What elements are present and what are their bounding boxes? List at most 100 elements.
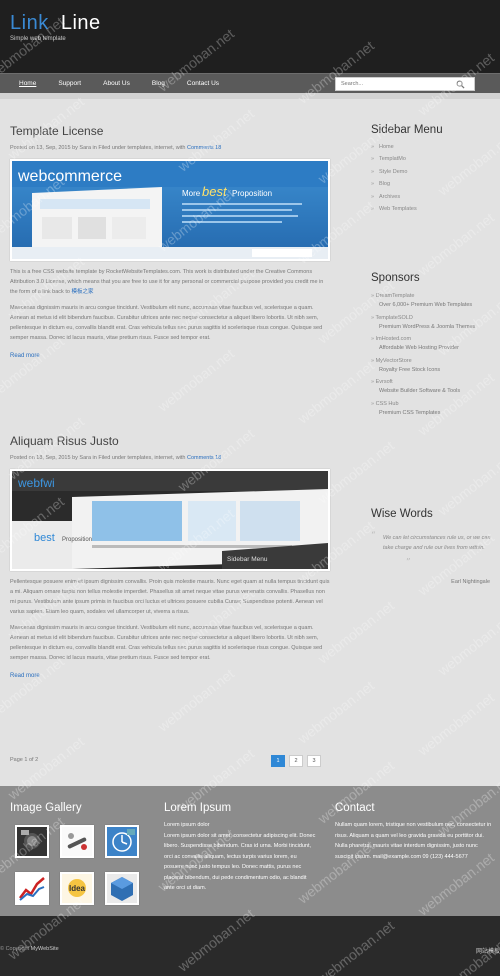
sidebar-menu-title: Sidebar Menu xyxy=(371,124,443,136)
menu-item-home[interactable]: Home xyxy=(8,74,47,94)
watermark-text: webmoban.net xyxy=(414,209,498,279)
sponsor-name: ImHosted.com xyxy=(375,336,412,342)
watermark-text: webmoban.net xyxy=(414,689,498,759)
post-paragraph-2: Maecenas dignissim mauris in arcu congue… xyxy=(10,305,323,341)
site-logo[interactable]: Link Line xyxy=(10,12,101,35)
banner-proposition: Proposition xyxy=(62,537,92,543)
contact-section: Contact Nullam quam lorem, tristique non… xyxy=(335,802,495,862)
close-quote-icon: ” xyxy=(406,558,411,568)
sponsor-item[interactable]: » ImHosted.com Affordable Web Hosting Pro… xyxy=(371,335,496,357)
post-title[interactable]: Aliquam Risus Justo xyxy=(10,434,330,448)
search-box xyxy=(335,77,475,91)
svg-text:Idea: Idea xyxy=(69,884,86,893)
sidebar-item-style-demo[interactable]: » Style Demo xyxy=(371,169,496,181)
search-icon[interactable] xyxy=(456,80,465,89)
sidebar-item-home[interactable]: » Home xyxy=(371,144,496,156)
post-image: webcommerce More best Proposition xyxy=(10,159,330,261)
watermark-text: webmoban.net xyxy=(434,609,500,679)
menu-item-blog[interactable]: Blog xyxy=(141,74,176,94)
sidebar-item-label: Archives xyxy=(379,193,401,200)
sidebar-item-label: Web Templates xyxy=(379,205,417,212)
contact-text: Nullam quam lorem, tristique non vestibu… xyxy=(335,822,492,860)
credit-link[interactable]: 网站模板 xyxy=(476,946,500,955)
pagination-text: Page 1 of 2 xyxy=(10,757,39,763)
banner-title: webcommerce xyxy=(17,168,122,185)
logo-word-1: Link xyxy=(10,12,49,34)
menu-shadow-strip xyxy=(0,93,500,99)
bottom-bar: © Copyright MyWebSite 网站模板 xyxy=(0,916,500,976)
copyright-link[interactable]: MyWebSite xyxy=(31,946,59,952)
sidebar-item-archives[interactable]: » Archives xyxy=(371,194,496,206)
gallery-thumb[interactable]: Idea xyxy=(60,872,94,905)
gallery-thumb[interactable] xyxy=(60,825,94,858)
post-meta: Posted on 18, Sep, 2015 by Sara in Filed… xyxy=(10,455,330,461)
sidebar-item-web-templates[interactable]: » Web Templates xyxy=(371,206,496,218)
sidebar-item-label: Home xyxy=(379,144,394,150)
arrow-icon: » xyxy=(371,205,375,212)
sponsor-item[interactable]: » CSS Hub Premium CSS Templates xyxy=(371,400,496,422)
sidebar-item-label: TemplatMo xyxy=(379,156,406,163)
arrow-icon: » xyxy=(371,193,375,200)
gallery-thumb[interactable] xyxy=(105,825,139,858)
post-comments-link[interactable]: Comments 18 xyxy=(187,145,221,151)
post-template-license: Template License Posted on 13, Sep, 2015… xyxy=(10,124,330,359)
lorem-text: Lorem ipsum dolor Lorem ipsum dolor sit a… xyxy=(164,820,316,894)
post-image: webfwi best Proposition Sidebar Menu xyxy=(10,469,330,571)
post-paragraph-1: Pellentesque posuere enim et ipsum digni… xyxy=(10,579,330,615)
search-input[interactable] xyxy=(336,78,456,90)
arrow-icon: » xyxy=(371,144,375,150)
sponsor-desc: Premium CSS Templates xyxy=(379,409,441,416)
post-aliquam-risus-justo: Aliquam Risus Justo Posted on 18, Sep, 2… xyxy=(10,434,330,679)
page-link-3[interactable]: 3 xyxy=(307,755,321,767)
post-comments-link[interactable]: Comments 18 xyxy=(187,455,221,461)
arrow-icon: » xyxy=(371,181,375,188)
banner-best: best xyxy=(202,184,228,199)
arrow-icon: » xyxy=(371,168,375,175)
post-title[interactable]: Template License xyxy=(10,124,330,138)
watermark-text: webmoban.net xyxy=(294,357,378,427)
sidebar-item-label: Style Demo xyxy=(379,168,408,175)
sponsor-item[interactable]: » DreamTemplate Over 6,000+ Premium Web T… xyxy=(371,292,496,314)
sponsor-item[interactable]: » MyVectorStore Royalty Free Stock Icons xyxy=(371,357,496,379)
watermark-text: webmoban.net xyxy=(294,677,378,747)
menu-item-contact-us[interactable]: Contact Us xyxy=(176,74,230,94)
quote-text: We can let circumstances rule us, or we … xyxy=(383,535,491,551)
sponsor-item[interactable]: » TemplateSOLD Premium WordPress & Joomla… xyxy=(371,314,496,336)
lorem-title: Lorem Ipsum xyxy=(164,802,232,814)
sponsor-desc: Premium WordPress & Joomla Themes xyxy=(379,323,476,330)
sidebar-item-templatmo[interactable]: » TemplatMo xyxy=(371,156,496,168)
menu-item-about-us[interactable]: About Us xyxy=(92,74,141,94)
site-slogan: Simple web template xyxy=(10,36,66,42)
sponsor-name-line: » TemplateSOLD xyxy=(371,314,496,323)
sponsor-desc: Affordable Web Hosting Provider xyxy=(379,345,459,351)
lorem-body: Lorem ipsum dolor sit amet, consectetur … xyxy=(164,832,316,892)
sponsor-name-line: » CSS Hub xyxy=(371,400,496,409)
read-more-link[interactable]: Read more xyxy=(10,673,330,679)
sidebar-item-blog[interactable]: » Blog xyxy=(371,181,496,193)
sponsor-item[interactable]: » Evrsoft Website Builder Software & Tool… xyxy=(371,378,496,400)
logo-word-2: Line xyxy=(60,12,101,34)
post-meta: Posted on 13, Sep, 2015 by Sara in Filed… xyxy=(10,145,330,151)
page-link-1[interactable]: 1 xyxy=(271,755,285,767)
arrow-icon: » xyxy=(371,156,375,163)
gallery-thumb[interactable] xyxy=(105,872,139,905)
open-quote-icon: “ xyxy=(371,531,376,541)
lorem-lead: Lorem ipsum dolor xyxy=(164,822,210,828)
main-menu: Home Support About Us Blog Contact Us xyxy=(8,74,230,94)
post-paragraph-2: Maecenas dignissim mauris in arcu congue… xyxy=(10,625,323,661)
gallery-thumb[interactable] xyxy=(15,872,49,905)
sidebar-menu: Sidebar Menu » Home » TemplatMo » Style Dem… xyxy=(371,124,496,218)
license-link[interactable]: 模板之家 xyxy=(71,289,93,295)
sponsor-desc: Royalty Free Stock Icons xyxy=(379,366,441,373)
gallery-grid: Idea xyxy=(15,825,139,905)
read-more-link[interactable]: Read more xyxy=(10,353,330,359)
banner-title: webfwi xyxy=(17,476,55,490)
banner-sidebar-menu: Sidebar Menu xyxy=(227,556,268,563)
gallery-thumb[interactable] xyxy=(15,825,49,858)
page-link-2[interactable]: 2 xyxy=(289,755,303,767)
image-gallery-section: Image Gallery Idea xyxy=(10,802,139,905)
menu-item-support[interactable]: Support xyxy=(47,74,92,94)
sponsors-title: Sponsors xyxy=(371,272,420,284)
copyright: © Copyright MyWebSite xyxy=(0,946,59,952)
site-header: Link Line Simple web template xyxy=(0,0,500,74)
